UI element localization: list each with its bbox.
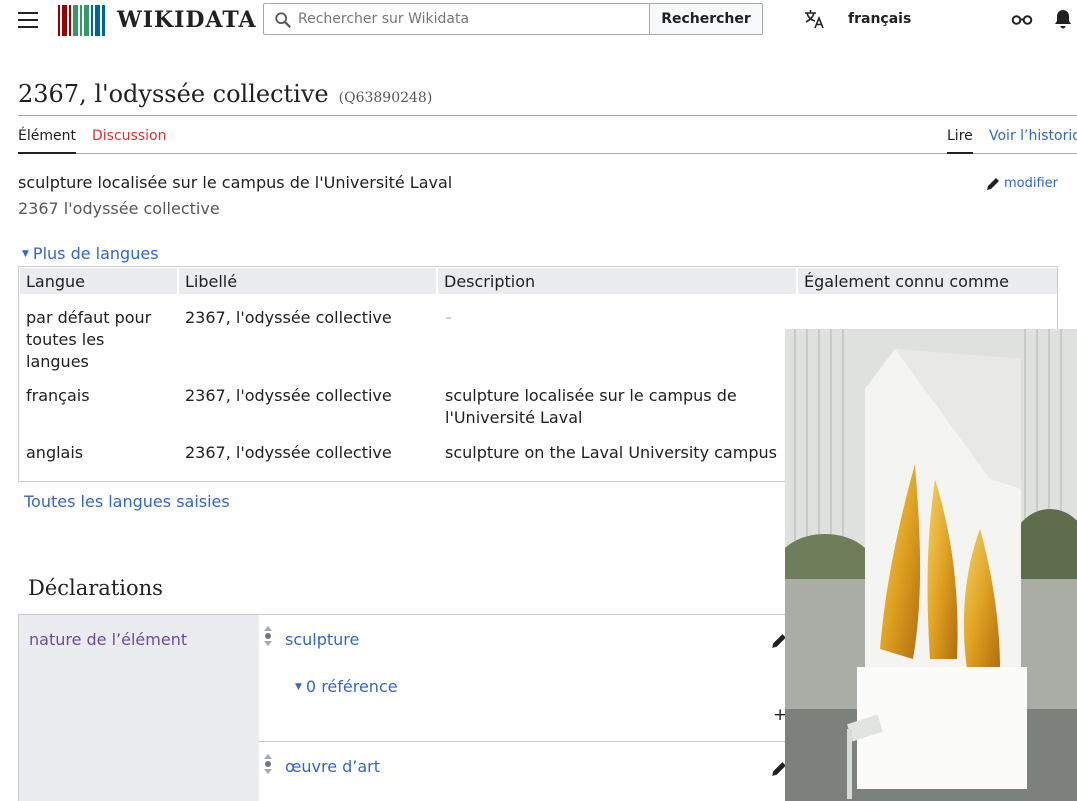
column-header-language: Langue — [20, 268, 177, 294]
row-default-language: par défaut pour toutes les langues — [26, 308, 152, 371]
item-alias: 2367 l'odyssée collective — [18, 199, 220, 218]
sculpture-photo[interactable] — [785, 329, 1077, 801]
all-languages-link[interactable]: Toutes les langues saisies — [24, 492, 230, 511]
rank-normal-icon[interactable] — [263, 753, 273, 775]
barcode-logo-icon — [58, 4, 107, 36]
row-default-label[interactable]: 2367, l'odyssée collective — [185, 307, 392, 329]
row-french-label[interactable]: 2367, l'odyssée collective — [185, 385, 392, 407]
watchlist-glasses-icon[interactable] — [1011, 11, 1033, 27]
more-languages-label: Plus de langues — [32, 244, 159, 263]
pencil-icon — [987, 177, 999, 190]
property-cell: nature de l’élément — [19, 615, 259, 801]
row-default-description[interactable]: – — [445, 307, 452, 329]
search-input[interactable] — [264, 4, 649, 34]
more-languages-toggle[interactable]: ▼ Plus de langues — [22, 244, 159, 263]
row-french-description[interactable]: sculpture localisée sur le campus de l'U… — [445, 385, 785, 429]
search-field — [263, 3, 649, 35]
value-link[interactable]: sculpture — [285, 630, 359, 649]
column-header-label: Libellé — [179, 268, 436, 294]
statement-value: sculpture ▼ 0 référence + — [259, 615, 789, 742]
caret-down-icon: ▼ — [295, 681, 302, 692]
column-header-aliases: Également connu comme — [798, 268, 1057, 294]
tab-item[interactable]: Élément — [18, 128, 76, 154]
row-english-label[interactable]: 2367, l'odyssée collective — [185, 442, 392, 464]
notifications-bell-icon[interactable] — [1054, 9, 1072, 29]
row-french-language: français — [26, 386, 90, 405]
search-button[interactable]: Rechercher — [649, 3, 763, 35]
row-english-language: anglais — [26, 443, 84, 462]
wikidata-logo[interactable]: WIKIDATA — [58, 4, 257, 36]
tab-history[interactable]: Voir l’historiq — [989, 128, 1077, 144]
item-description: sculpture localisée sur le campus de l'U… — [18, 173, 453, 192]
logo-text: WIKIDATA — [117, 7, 257, 33]
language-label: français — [848, 11, 912, 27]
references-toggle[interactable]: ▼ 0 référence — [295, 677, 398, 696]
column-header-description: Description — [438, 268, 796, 294]
language-selector[interactable]: français — [804, 9, 911, 29]
header: WIKIDATA Rechercher français — [0, 0, 1077, 40]
statement-group: nature de l’élément sculpture ▼ 0 référe… — [18, 614, 789, 801]
page-tabs: Élément Discussion Lire Voir l’historiq — [18, 116, 1077, 154]
value-link[interactable]: œuvre d’art — [285, 757, 380, 776]
tab-read[interactable]: Lire — [947, 128, 973, 154]
item-label: 2367, l'odyssée collective — [18, 80, 329, 108]
main-menu-icon[interactable] — [18, 12, 38, 28]
caret-down-icon: ▼ — [22, 248, 29, 259]
edit-label: modifier — [1004, 176, 1059, 191]
declarations-heading: Déclarations — [28, 576, 163, 600]
translate-icon — [805, 10, 824, 29]
tab-discussion[interactable]: Discussion — [92, 128, 166, 144]
item-qid: (Q63890248) — [338, 90, 433, 106]
property-link[interactable]: nature de l’élément — [29, 630, 187, 649]
search-form: Rechercher — [263, 3, 763, 35]
rank-normal-icon[interactable] — [263, 625, 273, 647]
edit-link[interactable]: modifier — [986, 176, 1058, 191]
statement-value: œuvre d’art — [259, 743, 789, 801]
row-english-description[interactable]: sculpture on the Laval University campus — [445, 442, 777, 464]
references-label: 0 référence — [305, 677, 398, 696]
page-title: 2367, l'odyssée collective (Q63890248) — [18, 80, 432, 108]
search-icon — [275, 12, 291, 28]
